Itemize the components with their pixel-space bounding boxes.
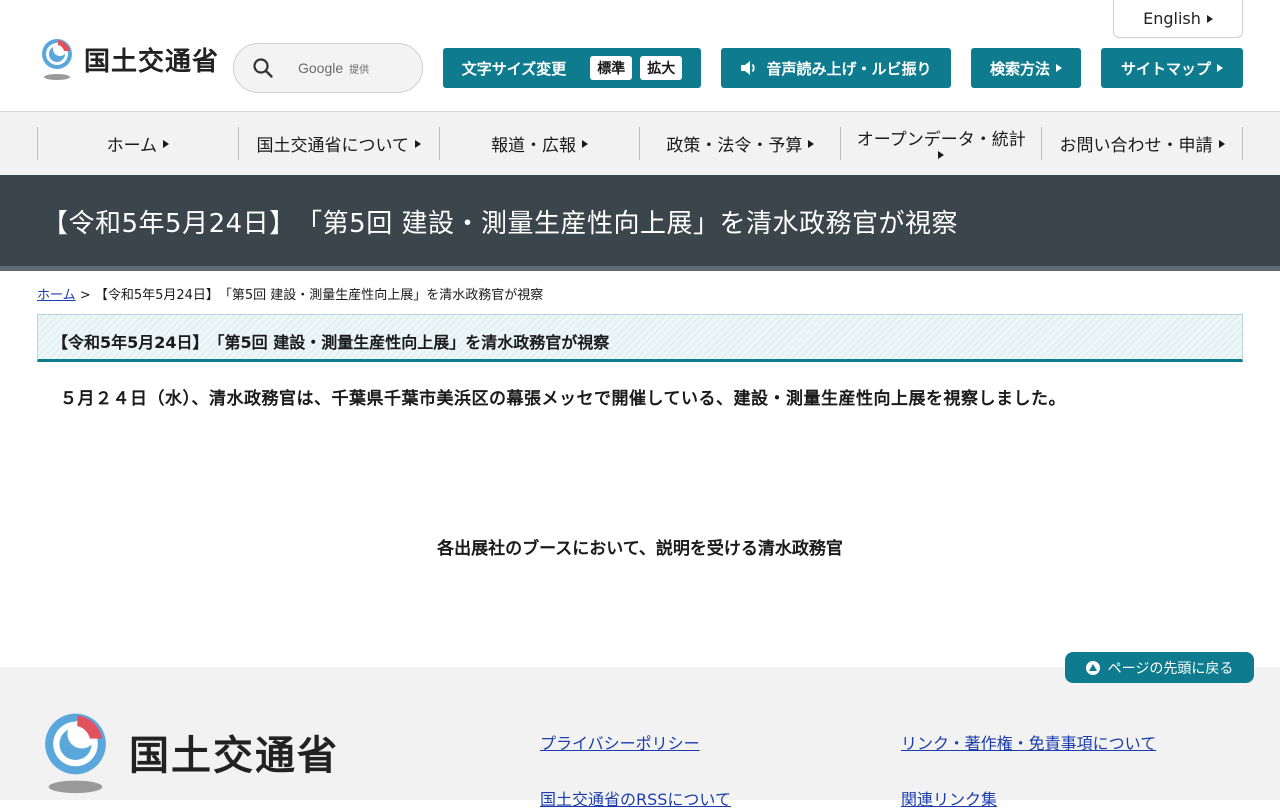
search-icon[interactable] xyxy=(252,57,274,79)
breadcrumb-current: 【令和5年5月24日】 「第5回 建設・測量生産性向上展」を清水政務官が視察 xyxy=(94,288,544,303)
breadcrumb: ホーム > 【令和5年5月24日】 「第5回 建設・測量生産性向上展」を清水政務… xyxy=(37,284,543,303)
sitemap-button[interactable]: サイトマップ xyxy=(1101,48,1243,88)
nav-item-press[interactable]: 報道・広報 xyxy=(438,127,640,160)
arrow-right-icon xyxy=(1056,64,1062,72)
google-brand: Google xyxy=(298,60,344,76)
nav-item-label: お問い合わせ・申請 xyxy=(1059,136,1213,156)
font-size-control: 文字サイズ変更 標準 拡大 xyxy=(443,48,701,88)
footer-link-privacy[interactable]: プライバシーポリシー xyxy=(540,730,700,754)
mlit-emblem-icon xyxy=(42,39,72,80)
page-title-band: 【令和5年5月24日】 「第5回 建設・測量生産性向上展」を清水政務官が視察 xyxy=(0,175,1280,271)
section-heading-box: 【令和5年5月24日】 「第5回 建設・測量生産性向上展」を清水政務官が視察 xyxy=(37,314,1243,362)
nav-item-label: 報道・広報 xyxy=(491,136,577,156)
font-size-label: 文字サイズ変更 xyxy=(461,59,567,78)
arrow-right-icon xyxy=(1206,14,1213,23)
arrow-right-icon xyxy=(938,150,945,159)
voice-reading-button[interactable]: 音声読み上げ・ルビ振り xyxy=(721,48,951,88)
speaker-icon xyxy=(741,61,756,75)
sitemap-label: サイトマップ xyxy=(1120,59,1211,78)
search-method-label: 検索方法 xyxy=(989,59,1050,78)
footer-logo[interactable]: 国土交通省 xyxy=(38,710,339,794)
back-to-top-label: ページの先頭に戻る xyxy=(1107,660,1234,677)
nav-item-label: オープンデータ・統計 xyxy=(856,129,1026,150)
back-to-top-button[interactable]: ページの先頭に戻る xyxy=(1065,652,1254,683)
nav-item-open-data[interactable]: オープンデータ・統計 xyxy=(840,127,1041,160)
arrow-right-icon xyxy=(808,139,815,148)
site-search[interactable]: Google 提供 xyxy=(233,43,423,93)
nav-item-about[interactable]: 国土交通省について xyxy=(237,127,439,160)
nav-item-home[interactable]: ホーム xyxy=(37,127,238,160)
arrow-right-icon xyxy=(163,139,170,148)
photo-caption: 各出展社のブースにおいて、説明を受ける清水政務官 xyxy=(437,539,843,559)
logo-text: 国土交通省 xyxy=(84,46,220,77)
nav-item-policy[interactable]: 政策・法令・予算 xyxy=(639,127,840,160)
google-provided: 提供 xyxy=(349,64,370,76)
nav-item-label: ホーム xyxy=(106,136,158,156)
nav-item-label: 政策・法令・予算 xyxy=(666,136,803,156)
search-method-button[interactable]: 検索方法 xyxy=(971,48,1081,88)
breadcrumb-separator: > xyxy=(79,288,91,303)
footer-link-rss[interactable]: 国土交通省のRSSについて xyxy=(540,786,731,810)
mlit-emblem-icon xyxy=(45,713,106,794)
arrow-up-icon xyxy=(1085,660,1100,675)
nav-item-contact[interactable]: お問い合わせ・申請 xyxy=(1041,127,1243,160)
english-link[interactable]: English xyxy=(1113,0,1243,38)
font-size-large-button[interactable]: 拡大 xyxy=(640,56,683,80)
arrow-right-icon xyxy=(1217,64,1223,72)
font-size-standard-button[interactable]: 標準 xyxy=(590,56,633,80)
page-title: 【令和5年5月24日】 「第5回 建設・測量生産性向上展」を清水政務官が視察 xyxy=(42,209,958,239)
english-label: English xyxy=(1143,9,1201,28)
arrow-right-icon xyxy=(1218,139,1225,148)
footer-link-copyright[interactable]: リンク・著作権・免責事項について xyxy=(901,730,1156,754)
arrow-right-icon xyxy=(582,139,589,148)
arrow-right-icon xyxy=(414,139,421,148)
site-logo[interactable]: 国土交通省 xyxy=(36,37,219,81)
global-nav-list: ホーム 国土交通省について 報道・広報 政策・法令・予算 オープンデータ・統計 … xyxy=(37,127,1243,160)
voice-reading-label: 音声読み上げ・ルビ振り xyxy=(766,59,932,78)
footer-logo-text: 国土交通省 xyxy=(129,733,339,779)
breadcrumb-home-link[interactable]: ホーム xyxy=(37,288,76,303)
nav-item-label: 国土交通省について xyxy=(256,136,409,156)
site-header: 国土交通省 English Google 提供 文字サイズ変更 標準 拡大 音声… xyxy=(0,0,1280,112)
global-nav: ホーム 国土交通省について 報道・広報 政策・法令・予算 オープンデータ・統計 … xyxy=(0,112,1280,175)
article-body: ５月２４日（水）、清水政務官は、千葉県千葉市美浜区の幕張メッセで開催している、建… xyxy=(60,389,1066,409)
section-heading: 【令和5年5月24日】 「第5回 建設・測量生産性向上展」を清水政務官が視察 xyxy=(52,333,610,352)
footer-link-related[interactable]: 関連リンク集 xyxy=(901,786,997,810)
